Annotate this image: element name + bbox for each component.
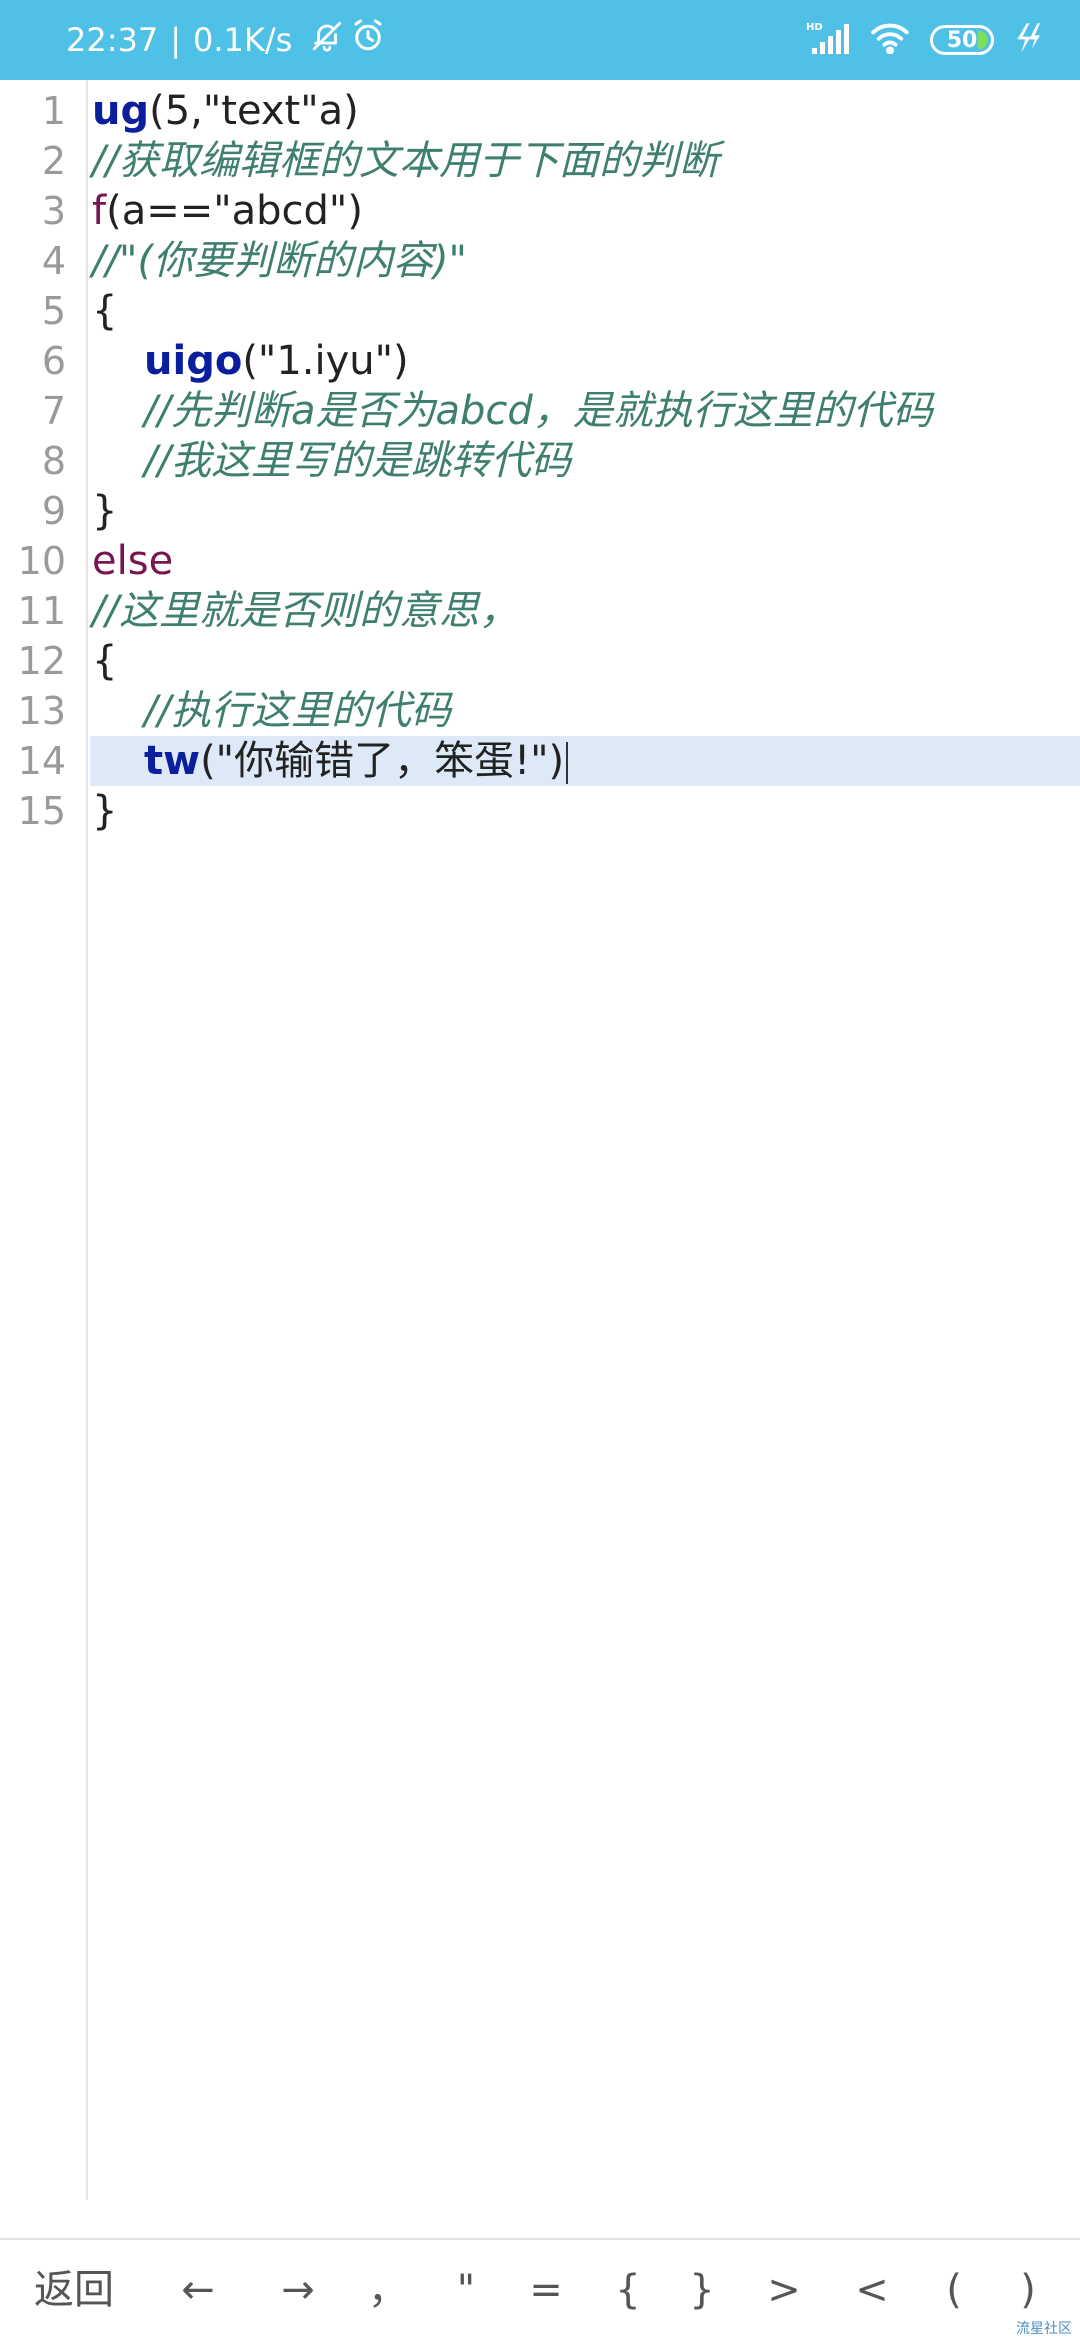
wifi-icon	[870, 22, 910, 58]
code-text[interactable]: {	[92, 286, 117, 336]
code-line-13[interactable]: 13 //执行这里的代码	[0, 686, 1080, 736]
line-number: 12	[17, 639, 66, 683]
code-editor[interactable]: 1 ug(5,"text"a) 2 //获取编辑框的文本用于下面的判断 3 f(…	[0, 80, 1080, 2240]
status-bar: 22:37 | 0.1K/s HD 50	[0, 0, 1080, 80]
code-line-14-current[interactable]: 14 tw("你输错了，笨蛋!")	[18, 736, 1080, 786]
function-name: uigo	[144, 338, 243, 384]
line-number: 4	[41, 239, 66, 283]
symbol-toolbar: 返回 ← → ， " = { } > < ( ) 流星社区	[0, 2238, 1080, 2340]
line-number: 11	[17, 589, 66, 633]
code-text[interactable]: tw("你输错了，笨蛋!")	[92, 736, 569, 786]
line-number: 8	[41, 439, 66, 483]
screen: 22:37 | 0.1K/s HD 50 1 ug(5,"text"a) 2 /…	[0, 0, 1080, 2340]
paren-open-key[interactable]: (	[914, 2240, 994, 2340]
line-number: 6	[41, 339, 66, 383]
keyword-else[interactable]: else	[92, 536, 173, 586]
arrow-right-key[interactable]: →	[258, 2240, 338, 2340]
code-text[interactable]: }	[92, 486, 117, 536]
code-line-11[interactable]: 11 //这里就是否则的意思，	[0, 586, 1080, 636]
code-line-15[interactable]: 15 }	[0, 786, 1080, 836]
status-right: HD 50	[786, 0, 1042, 80]
less-than-key[interactable]: <	[832, 2240, 912, 2340]
brace-open-key[interactable]: {	[588, 2240, 668, 2340]
comment-text: //我这里写的是跳转代码	[144, 438, 571, 484]
code-comment[interactable]: //获取编辑框的文本用于下面的判断	[92, 136, 719, 186]
code-comment[interactable]: //"(你要判断的内容)"	[92, 236, 467, 286]
code-comment[interactable]: //执行这里的代码	[92, 686, 451, 736]
battery-icon: 50	[930, 25, 994, 55]
code-comment[interactable]: //先判断a是否为abcd，是就执行这里的代码	[92, 386, 933, 436]
clock: 22:37	[66, 21, 159, 59]
code-line-5[interactable]: 5 {	[0, 286, 1080, 336]
comment-text: //执行这里的代码	[144, 688, 451, 734]
arrow-left-key[interactable]: ←	[158, 2240, 238, 2340]
code-line-10[interactable]: 10 else	[0, 536, 1080, 586]
code-line-6[interactable]: 6 uigo("1.iyu")	[0, 336, 1080, 386]
code-args: (a=="abcd")	[106, 188, 363, 234]
code-args: ("1.iyu")	[242, 338, 409, 384]
hd-signal-icon: HD	[806, 20, 850, 60]
comment-text: //先判断a是否为abcd，是就执行这里的代码	[144, 388, 933, 434]
status-separator: |	[170, 21, 181, 59]
line-number: 1	[41, 89, 66, 133]
code-comment[interactable]: //我这里写的是跳转代码	[92, 436, 571, 486]
code-args: ("你输错了，笨蛋!")	[200, 738, 565, 784]
hd-label: HD	[806, 22, 823, 33]
quote-key[interactable]: "	[426, 2240, 506, 2340]
back-key[interactable]: 返回	[14, 2240, 134, 2340]
code-line-2[interactable]: 2 //获取编辑框的文本用于下面的判断	[0, 136, 1080, 186]
network-speed: 0.1K/s	[193, 21, 293, 59]
line-number: 10	[17, 539, 66, 583]
greater-than-key[interactable]: >	[744, 2240, 824, 2340]
bell-off-icon	[304, 19, 344, 61]
line-number: 14	[17, 739, 66, 783]
watermark: 流星社区	[1016, 2321, 1072, 2337]
code-line-9[interactable]: 9 }	[0, 486, 1080, 536]
code-text[interactable]: ug(5,"text"a)	[92, 86, 359, 136]
alarm-icon	[344, 18, 386, 62]
line-number: 5	[41, 289, 66, 333]
brace-close-key[interactable]: }	[662, 2240, 742, 2340]
line-number: 15	[17, 789, 66, 833]
code-line-12[interactable]: 12 {	[0, 636, 1080, 686]
code-line-8[interactable]: 8 //我这里写的是跳转代码	[0, 436, 1080, 486]
line-number: 3	[41, 189, 66, 233]
code-line-4[interactable]: 4 //"(你要判断的内容)"	[0, 236, 1080, 286]
code-text[interactable]: f(a=="abcd")	[92, 186, 363, 236]
keyword: f	[92, 188, 107, 234]
line-number: 2	[41, 139, 66, 183]
code-line-3[interactable]: 3 f(a=="abcd")	[0, 186, 1080, 236]
code-comment[interactable]: //这里就是否则的意思，	[92, 586, 519, 636]
code-args: (5,"text"a)	[149, 88, 359, 134]
charging-icon	[1014, 22, 1042, 58]
text-cursor	[566, 742, 569, 784]
code-text[interactable]: }	[92, 786, 117, 836]
equals-key[interactable]: =	[506, 2240, 586, 2340]
line-number: 9	[41, 489, 66, 533]
status-left: 22:37 | 0.1K/s	[66, 0, 386, 80]
code-text[interactable]: uigo("1.iyu")	[92, 336, 409, 386]
function-name: tw	[144, 738, 201, 784]
battery-level: 50	[946, 27, 978, 53]
battery-fill	[978, 31, 988, 49]
code-line-7[interactable]: 7 //先判断a是否为abcd，是就执行这里的代码	[0, 386, 1080, 436]
function-name: ug	[92, 88, 150, 134]
line-number: 13	[17, 689, 66, 733]
code-line-1[interactable]: 1 ug(5,"text"a)	[0, 86, 1080, 136]
comma-key[interactable]: ，	[348, 2240, 428, 2340]
code-text[interactable]: {	[92, 636, 117, 686]
line-number: 7	[41, 389, 66, 433]
